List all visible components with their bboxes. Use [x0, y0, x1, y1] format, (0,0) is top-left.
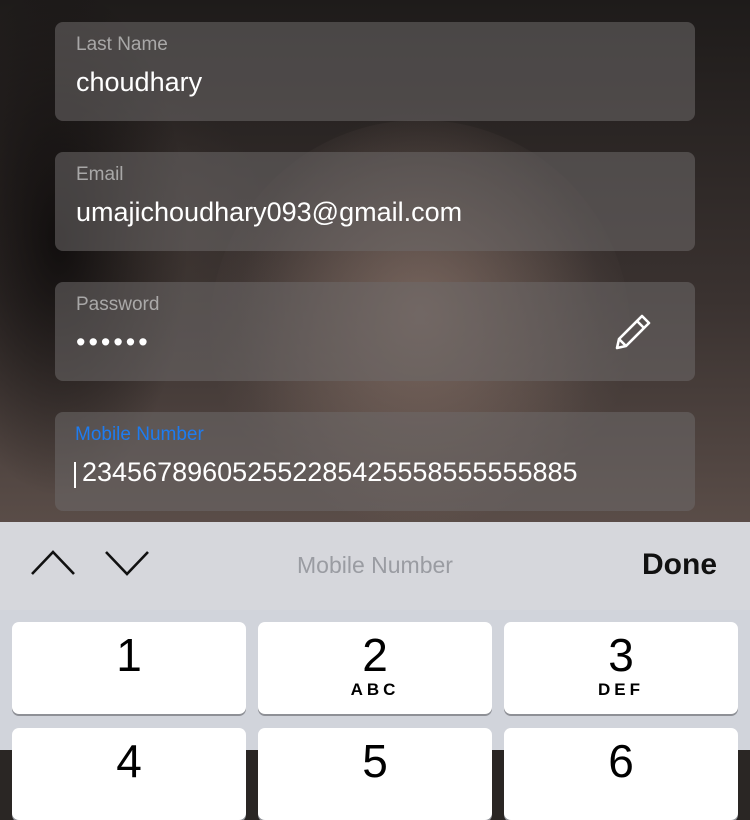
number-pad: 1 2 ABC 3 DEF 4 5 6 — [0, 610, 750, 820]
key-number: 4 — [116, 735, 142, 787]
mobile-number-value[interactable]: 234567896052552285425558555555885 — [82, 457, 578, 488]
text-cursor — [74, 462, 76, 488]
key-letters: DEF — [598, 680, 644, 699]
last-name-label: Last Name — [76, 34, 168, 55]
key-6[interactable]: 6 — [504, 728, 738, 820]
key-1[interactable]: 1 — [12, 622, 246, 714]
key-number: 1 — [116, 629, 142, 681]
email-value[interactable]: umajichoudhary093@gmail.com — [76, 197, 462, 228]
key-letters: ABC — [350, 680, 400, 699]
keyboard-accessory-bar: Mobile Number Done — [0, 522, 750, 610]
last-name-value[interactable]: choudhary — [76, 67, 202, 98]
key-number: 6 — [608, 735, 634, 787]
password-field[interactable]: Password •••••• — [55, 282, 695, 381]
last-name-field[interactable]: Last Name choudhary — [55, 22, 695, 121]
password-label: Password — [76, 294, 160, 315]
password-value[interactable]: •••••• — [76, 327, 151, 358]
key-5[interactable]: 5 — [258, 728, 492, 820]
key-number: 2 — [362, 629, 388, 681]
mobile-number-field[interactable]: Mobile Number 23456789605255228542555855… — [55, 412, 695, 511]
key-4[interactable]: 4 — [12, 728, 246, 820]
email-field[interactable]: Email umajichoudhary093@gmail.com — [55, 152, 695, 251]
mobile-number-label: Mobile Number — [75, 424, 204, 445]
key-number: 5 — [362, 735, 388, 787]
done-button[interactable]: Done — [642, 548, 717, 582]
keyboard-field-title: Mobile Number — [297, 552, 453, 578]
key-number: 3 — [608, 629, 634, 681]
key-3[interactable]: 3 DEF — [504, 622, 738, 714]
key-2[interactable]: 2 ABC — [258, 622, 492, 714]
email-label: Email — [76, 164, 124, 185]
pencil-edit-icon[interactable] — [609, 310, 655, 356]
